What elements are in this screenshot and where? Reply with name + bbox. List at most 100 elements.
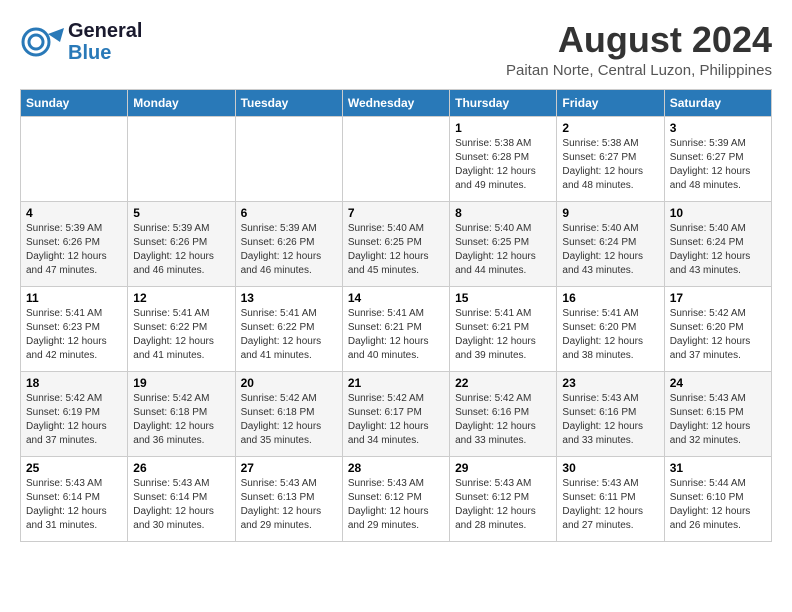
header-friday: Friday	[557, 89, 664, 116]
calendar-cell: 10Sunrise: 5:40 AM Sunset: 6:24 PM Dayli…	[664, 201, 771, 286]
logo: General Blue	[20, 20, 142, 64]
calendar-cell: 11 Sunrise: 5:41 AM Sunset: 6:23 PM Dayli…	[21, 286, 128, 371]
day-info: Sunrise: 5:43 AM Sunset: 6:14 PM Dayligh…	[26, 477, 122, 533]
day-info: Sunrise: 5:42 AM Sunset: 6:18 PM Dayligh…	[241, 392, 337, 448]
calendar-cell: 27 Sunrise: 5:43 AM Sunset: 6:13 PM Dayli…	[235, 456, 342, 541]
calendar-week-5: 25 Sunrise: 5:43 AM Sunset: 6:14 PM Dayli…	[21, 456, 772, 541]
header-sunday: Sunday	[21, 89, 128, 116]
day-number: 1	[455, 121, 551, 135]
calendar-cell: 9Sunrise: 5:40 AM Sunset: 6:24 PM Daylig…	[557, 201, 664, 286]
day-number: 22	[455, 376, 551, 390]
calendar-week-1: 1 Sunrise: 5:38 AM Sunset: 6:28 PM Daylig…	[21, 116, 772, 201]
day-info: Sunrise: 5:41 AM Sunset: 6:22 PM Dayligh…	[133, 307, 229, 363]
day-info: Sunrise: 5:41 AM Sunset: 6:20 PM Dayligh…	[562, 307, 658, 363]
calendar-cell: 12Sunrise: 5:41 AM Sunset: 6:22 PM Dayli…	[128, 286, 235, 371]
day-number: 26	[133, 461, 229, 475]
day-info: Sunrise: 5:39 AM Sunset: 6:27 PM Dayligh…	[670, 137, 766, 193]
day-info: Sunrise: 5:43 AM Sunset: 6:16 PM Dayligh…	[562, 392, 658, 448]
day-info: Sunrise: 5:40 AM Sunset: 6:24 PM Dayligh…	[562, 222, 658, 278]
calendar-cell: 3 Sunrise: 5:39 AM Sunset: 6:27 PM Daylig…	[664, 116, 771, 201]
calendar-cell: 28 Sunrise: 5:43 AM Sunset: 6:12 PM Dayli…	[342, 456, 449, 541]
day-info: Sunrise: 5:43 AM Sunset: 6:14 PM Dayligh…	[133, 477, 229, 533]
day-info: Sunrise: 5:38 AM Sunset: 6:27 PM Dayligh…	[562, 137, 658, 193]
logo-general: General	[68, 20, 142, 42]
logo-icon	[20, 20, 64, 64]
day-info: Sunrise: 5:42 AM Sunset: 6:16 PM Dayligh…	[455, 392, 551, 448]
day-info: Sunrise: 5:42 AM Sunset: 6:17 PM Dayligh…	[348, 392, 444, 448]
day-number: 19	[133, 376, 229, 390]
calendar-cell: 8Sunrise: 5:40 AM Sunset: 6:25 PM Daylig…	[450, 201, 557, 286]
calendar-cell: 19 Sunrise: 5:42 AM Sunset: 6:18 PM Dayli…	[128, 371, 235, 456]
header-thursday: Thursday	[450, 89, 557, 116]
calendar-cell: 22 Sunrise: 5:42 AM Sunset: 6:16 PM Dayli…	[450, 371, 557, 456]
day-info: Sunrise: 5:41 AM Sunset: 6:21 PM Dayligh…	[455, 307, 551, 363]
day-number: 29	[455, 461, 551, 475]
month-title: August 2024	[506, 20, 772, 60]
calendar-cell: 29 Sunrise: 5:43 AM Sunset: 6:12 PM Dayli…	[450, 456, 557, 541]
calendar-cell: 14Sunrise: 5:41 AM Sunset: 6:21 PM Dayli…	[342, 286, 449, 371]
day-info: Sunrise: 5:39 AM Sunset: 6:26 PM Dayligh…	[26, 222, 122, 278]
day-info: Sunrise: 5:43 AM Sunset: 6:13 PM Dayligh…	[241, 477, 337, 533]
calendar-cell: 15Sunrise: 5:41 AM Sunset: 6:21 PM Dayli…	[450, 286, 557, 371]
calendar-cell: 25 Sunrise: 5:43 AM Sunset: 6:14 PM Dayli…	[21, 456, 128, 541]
page-header: General Blue August 2024 Paitan Norte, C…	[20, 20, 772, 79]
day-info: Sunrise: 5:42 AM Sunset: 6:18 PM Dayligh…	[133, 392, 229, 448]
day-number: 25	[26, 461, 122, 475]
calendar-cell: 2 Sunrise: 5:38 AM Sunset: 6:27 PM Daylig…	[557, 116, 664, 201]
day-info: Sunrise: 5:38 AM Sunset: 6:28 PM Dayligh…	[455, 137, 551, 193]
day-number: 28	[348, 461, 444, 475]
calendar-cell: 21 Sunrise: 5:42 AM Sunset: 6:17 PM Dayli…	[342, 371, 449, 456]
day-number: 20	[241, 376, 337, 390]
day-number: 4	[26, 206, 122, 220]
day-number: 16	[562, 291, 658, 305]
calendar-cell: 18 Sunrise: 5:42 AM Sunset: 6:19 PM Dayli…	[21, 371, 128, 456]
day-number: 6	[241, 206, 337, 220]
day-info: Sunrise: 5:42 AM Sunset: 6:19 PM Dayligh…	[26, 392, 122, 448]
day-info: Sunrise: 5:40 AM Sunset: 6:25 PM Dayligh…	[455, 222, 551, 278]
day-info: Sunrise: 5:43 AM Sunset: 6:12 PM Dayligh…	[455, 477, 551, 533]
day-number: 3	[670, 121, 766, 135]
header-monday: Monday	[128, 89, 235, 116]
calendar-cell: 5 Sunrise: 5:39 AM Sunset: 6:26 PM Daylig…	[128, 201, 235, 286]
day-info: Sunrise: 5:39 AM Sunset: 6:26 PM Dayligh…	[133, 222, 229, 278]
day-number: 5	[133, 206, 229, 220]
calendar-cell: 20 Sunrise: 5:42 AM Sunset: 6:18 PM Dayli…	[235, 371, 342, 456]
day-number: 2	[562, 121, 658, 135]
header-wednesday: Wednesday	[342, 89, 449, 116]
location-title: Paitan Norte, Central Luzon, Philippines	[506, 62, 772, 79]
day-info: Sunrise: 5:41 AM Sunset: 6:23 PM Dayligh…	[26, 307, 122, 363]
logo-blue: Blue	[68, 42, 142, 64]
header-tuesday: Tuesday	[235, 89, 342, 116]
calendar-cell: 7 Sunrise: 5:40 AM Sunset: 6:25 PM Daylig…	[342, 201, 449, 286]
day-number: 27	[241, 461, 337, 475]
calendar-header-row: SundayMondayTuesdayWednesdayThursdayFrid…	[21, 89, 772, 116]
day-info: Sunrise: 5:44 AM Sunset: 6:10 PM Dayligh…	[670, 477, 766, 533]
day-number: 23	[562, 376, 658, 390]
day-info: Sunrise: 5:40 AM Sunset: 6:24 PM Dayligh…	[670, 222, 766, 278]
calendar-cell	[342, 116, 449, 201]
day-number: 18	[26, 376, 122, 390]
day-info: Sunrise: 5:41 AM Sunset: 6:22 PM Dayligh…	[241, 307, 337, 363]
calendar-week-2: 4 Sunrise: 5:39 AM Sunset: 6:26 PM Daylig…	[21, 201, 772, 286]
calendar-cell: 13Sunrise: 5:41 AM Sunset: 6:22 PM Dayli…	[235, 286, 342, 371]
day-info: Sunrise: 5:40 AM Sunset: 6:25 PM Dayligh…	[348, 222, 444, 278]
day-number: 7	[348, 206, 444, 220]
calendar-cell	[235, 116, 342, 201]
calendar-cell: 4 Sunrise: 5:39 AM Sunset: 6:26 PM Daylig…	[21, 201, 128, 286]
day-number: 24	[670, 376, 766, 390]
day-number: 11	[26, 291, 122, 305]
calendar-cell	[21, 116, 128, 201]
calendar-cell: 16 Sunrise: 5:41 AM Sunset: 6:20 PM Dayli…	[557, 286, 664, 371]
day-info: Sunrise: 5:43 AM Sunset: 6:12 PM Dayligh…	[348, 477, 444, 533]
day-info: Sunrise: 5:39 AM Sunset: 6:26 PM Dayligh…	[241, 222, 337, 278]
calendar-cell	[128, 116, 235, 201]
calendar-week-3: 11 Sunrise: 5:41 AM Sunset: 6:23 PM Dayli…	[21, 286, 772, 371]
calendar-cell: 23 Sunrise: 5:43 AM Sunset: 6:16 PM Dayli…	[557, 371, 664, 456]
calendar-cell: 6 Sunrise: 5:39 AM Sunset: 6:26 PM Daylig…	[235, 201, 342, 286]
day-info: Sunrise: 5:43 AM Sunset: 6:11 PM Dayligh…	[562, 477, 658, 533]
header-saturday: Saturday	[664, 89, 771, 116]
day-number: 21	[348, 376, 444, 390]
title-block: August 2024 Paitan Norte, Central Luzon,…	[506, 20, 772, 79]
day-info: Sunrise: 5:43 AM Sunset: 6:15 PM Dayligh…	[670, 392, 766, 448]
day-number: 30	[562, 461, 658, 475]
